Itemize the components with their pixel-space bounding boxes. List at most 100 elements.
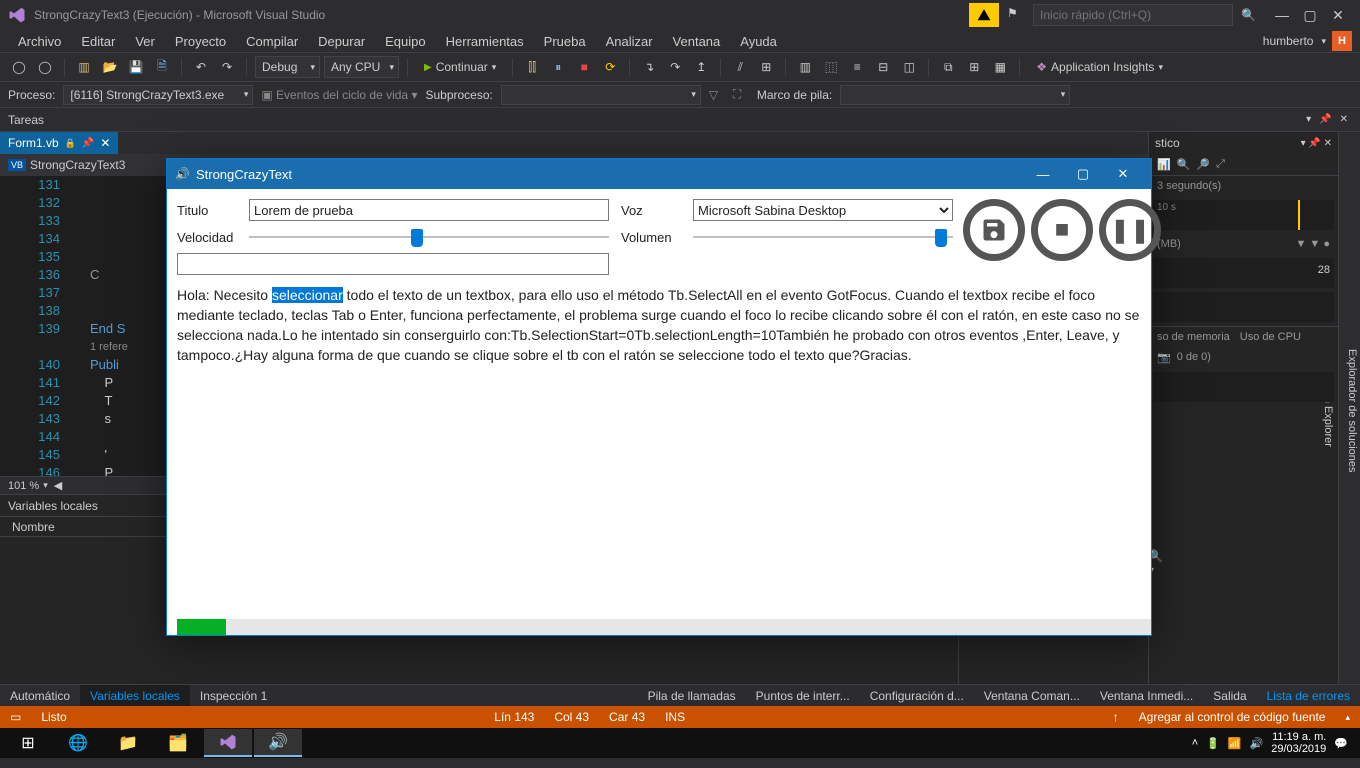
restart-icon[interactable]: ⟳ [599,56,621,78]
tab-callstack[interactable]: Pila de llamadas [638,685,746,706]
taskbar-chrome[interactable]: 🌐 [54,729,102,757]
tool-icon9[interactable]: ⊞ [963,56,985,78]
tool-icon2[interactable]: ⊞ [755,56,777,78]
taskbar-vs[interactable] [204,729,252,757]
step-over-icon[interactable]: ↷ [664,56,686,78]
stackframe-combo[interactable] [840,85,1070,105]
search-icon[interactable]: 🔍 [1241,8,1256,22]
maximize-button[interactable]: ▢ [1298,3,1322,27]
pin-icon[interactable]: 📌 [82,138,94,149]
expand-icon[interactable]: ⤢ [1216,158,1225,171]
taskbar-folder[interactable]: 🗂️ [154,729,202,757]
tray-wifi-icon[interactable]: 📶 [1228,737,1242,750]
stop-button[interactable]: ■ [1031,199,1093,261]
publish-icon[interactable]: ↑ [1113,710,1119,724]
tab-watch[interactable]: Inspección 1 [190,685,277,706]
pause-icon[interactable]: ⏸ [547,56,569,78]
subprocess-combo[interactable] [501,85,701,105]
user-label[interactable]: humberto [1255,34,1322,48]
tool-icon7[interactable]: ◫ [898,56,920,78]
tray-clock[interactable]: 11:19 a. m.29/03/2019 [1271,731,1326,755]
tool-icon3[interactable]: ▥ [794,56,816,78]
close-button[interactable]: ✕ [1326,3,1350,27]
toggle2-icon[interactable]: ⛶ [733,87,749,102]
pause-button[interactable]: ❚❚ [1099,199,1161,261]
config-combo[interactable]: Debug [255,56,320,78]
menu-compilar[interactable]: Compilar [236,32,308,51]
toggle-icon[interactable]: ▽ [709,88,725,102]
save-all-icon[interactable]: 🗎 [151,56,173,78]
save-icon[interactable]: 💾 [125,56,147,78]
select-voz[interactable]: Microsoft Sabina Desktop [693,199,953,221]
open-file-icon[interactable]: 📂 [99,56,121,78]
app-minimize-button[interactable]: — [1023,159,1063,189]
tray-notifications-icon[interactable]: 💬 [1334,737,1348,750]
undo-icon[interactable]: ↶ [190,56,212,78]
app-textbody[interactable]: Hola: Necesito seleccionar todo el texto… [177,275,1151,619]
close-icon[interactable]: ✕ [1340,114,1348,125]
menu-ayuda[interactable]: Ayuda [730,32,787,51]
slider-volumen[interactable] [693,227,953,247]
tab-config[interactable]: Configuración d... [860,685,974,706]
tray-sound-icon[interactable]: 🔊 [1250,737,1264,750]
zoom-in-icon[interactable]: 🔍 [1177,158,1191,171]
app-insights-button[interactable]: Application Insights ▾ [1028,60,1171,74]
tab-breakpoints[interactable]: Puntos de interr... [746,685,860,706]
tray-up-icon[interactable]: ˄ [1192,737,1198,749]
tab-immediate[interactable]: Ventana Inmedi... [1090,685,1203,706]
start-button[interactable]: ⊞ [4,729,52,757]
tool-icon4[interactable]: ⿲ [820,56,842,78]
redo-icon[interactable]: ↷ [216,56,238,78]
tab-auto[interactable]: Automático [0,685,80,706]
menu-archivo[interactable]: Archivo [8,32,71,51]
tool-icon8[interactable]: ⧉ [937,56,959,78]
nav-fwd-icon[interactable]: ◯ [34,56,56,78]
taskbar-explorer[interactable]: 📁 [104,729,152,757]
app-maximize-button[interactable]: ▢ [1063,159,1103,189]
menu-equipo[interactable]: Equipo [375,32,435,51]
break-all-icon[interactable]: ⫿⫿ [521,56,543,78]
tab-output[interactable]: Salida [1203,685,1256,706]
tool-icon5[interactable]: ≡ [846,56,868,78]
tab-command[interactable]: Ventana Coman... [974,685,1090,706]
process-combo[interactable]: [6116] StrongCrazyText3.exe [63,85,253,105]
minimize-button[interactable]: — [1270,3,1294,27]
platform-combo[interactable]: Any CPU [324,56,399,78]
app-titlebar[interactable]: 🔊 StrongCrazyText — ▢ ✕ [167,159,1151,189]
step-into-icon[interactable]: ↴ [638,56,660,78]
chart-icon[interactable]: 📊 [1157,158,1171,171]
nav-back-icon[interactable]: ◯ [8,56,30,78]
menu-herramientas[interactable]: Herramientas [436,32,534,51]
menu-proyecto[interactable]: Proyecto [165,32,236,51]
tool-icon[interactable]: ⫽ [729,56,751,78]
solution-explorer-tab[interactable]: Explorador de soluciones [1344,341,1360,481]
quick-launch-input[interactable] [1033,4,1233,26]
menu-ventana[interactable]: Ventana [663,32,731,51]
tray-battery-icon[interactable]: 🔋 [1206,737,1220,750]
zoom-out-icon[interactable]: 🔎 [1196,158,1210,171]
flag-icon[interactable]: ⚑ [1007,6,1025,24]
tab-form1[interactable]: Form1.vb🔒📌✕ [0,132,118,154]
new-file-icon[interactable]: ▥ [73,56,95,78]
tool-icon6[interactable]: ⊟ [872,56,894,78]
app-close-button[interactable]: ✕ [1103,159,1143,189]
menu-depurar[interactable]: Depurar [308,32,375,51]
snapshot-icon[interactable]: 📷 [1157,351,1171,364]
tab-cpu[interactable]: Uso de CPU [1240,331,1301,343]
continue-button[interactable]: Continuar ▾ [416,60,504,74]
menu-prueba[interactable]: Prueba [534,32,596,51]
pin-icon[interactable]: 📌 [1319,114,1331,125]
menu-analizar[interactable]: Analizar [596,32,663,51]
input-extra[interactable] [177,253,609,275]
tab-memory[interactable]: so de memoria [1157,331,1230,343]
menu-ver[interactable]: Ver [125,32,165,51]
close-icon[interactable]: ✕ [100,136,110,150]
stop-icon[interactable]: ■ [573,56,595,78]
input-titulo[interactable] [249,199,609,221]
tab-errors[interactable]: Lista de errores [1257,685,1360,706]
menu-editar[interactable]: Editar [71,32,125,51]
taskbar-app[interactable]: 🔊 [254,729,302,757]
tab-locals[interactable]: Variables locales [80,685,190,706]
step-out-icon[interactable]: ↥ [690,56,712,78]
dropdown-icon[interactable]: ▾ [1306,114,1311,125]
